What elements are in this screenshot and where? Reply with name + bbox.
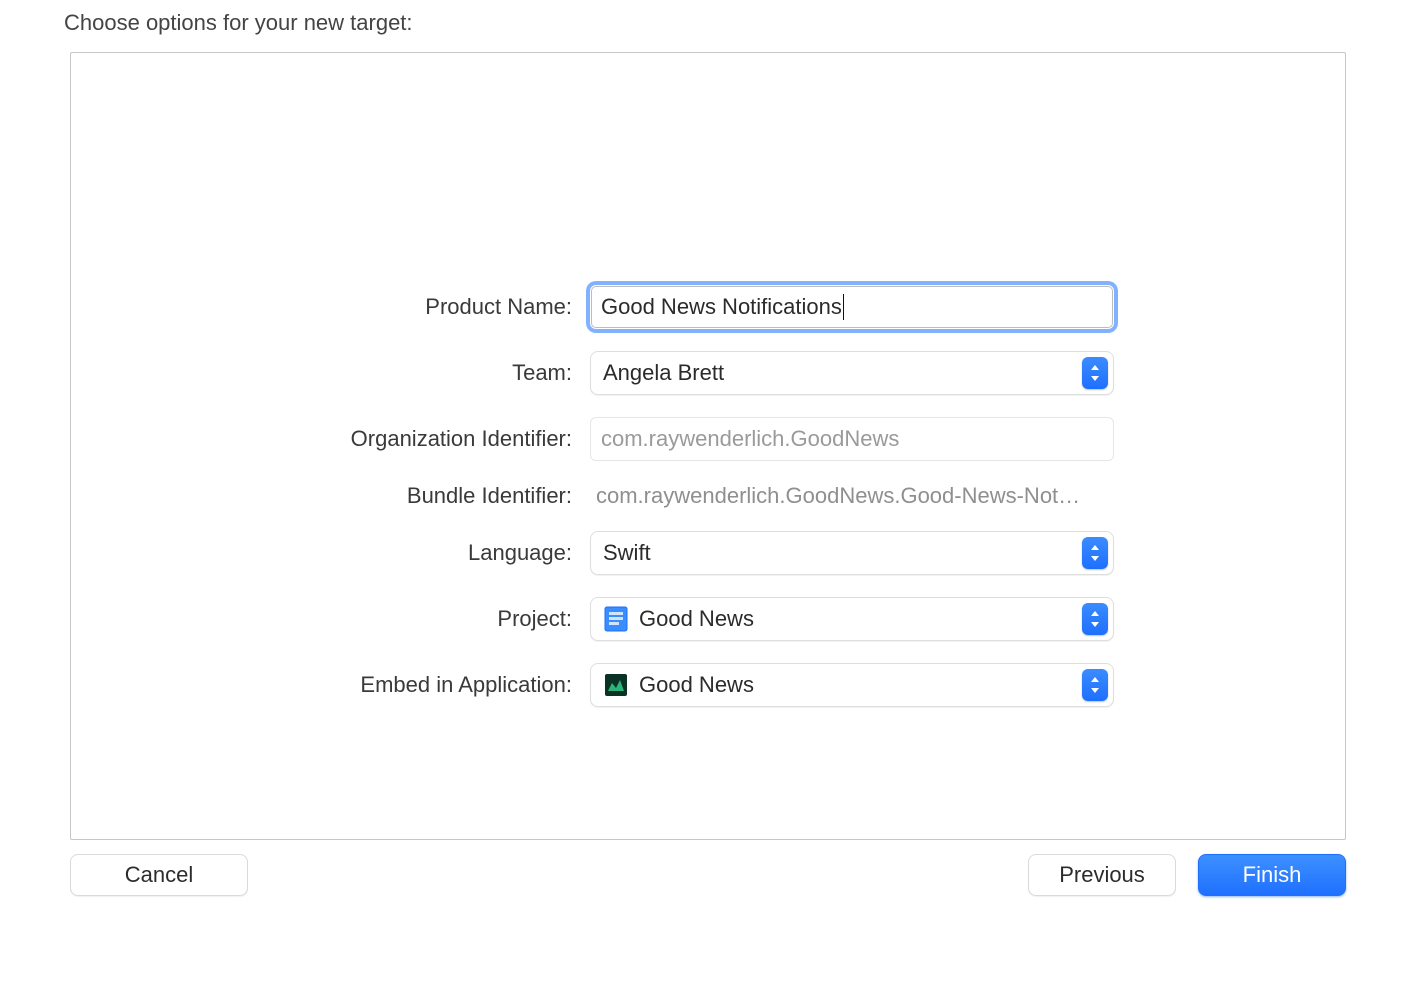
- text-caret: [843, 294, 844, 320]
- project-popup[interactable]: Good News: [590, 597, 1114, 641]
- target-options-form: Product Name: Good News Notifications Te…: [298, 285, 1118, 707]
- product-name-field[interactable]: Good News Notifications: [590, 285, 1114, 329]
- label-team: Team:: [298, 360, 572, 386]
- finish-button[interactable]: Finish: [1198, 854, 1346, 896]
- team-popup[interactable]: Angela Brett: [590, 351, 1114, 395]
- org-identifier-field[interactable]: com.raywenderlich.GoodNews: [590, 417, 1114, 461]
- up-down-stepper-icon: [1082, 669, 1108, 701]
- dialog-buttons: Cancel Previous Finish: [70, 854, 1346, 900]
- xcodeproj-icon: [603, 606, 629, 632]
- app-icon: [603, 672, 629, 698]
- project-value: Good News: [639, 606, 754, 632]
- product-name-value: Good News Notifications: [601, 294, 842, 320]
- cancel-button[interactable]: Cancel: [70, 854, 248, 896]
- embed-application-popup[interactable]: Good News: [590, 663, 1114, 707]
- team-value: Angela Brett: [603, 360, 724, 386]
- up-down-stepper-icon: [1082, 357, 1108, 389]
- page-title: Choose options for your new target:: [64, 10, 1356, 36]
- org-identifier-value: com.raywenderlich.GoodNews: [601, 426, 899, 452]
- embed-application-value: Good News: [639, 672, 754, 698]
- up-down-stepper-icon: [1082, 603, 1108, 635]
- bundle-identifier-value: com.raywenderlich.GoodNews.Good-News-Not…: [590, 483, 1114, 509]
- up-down-stepper-icon: [1082, 537, 1108, 569]
- language-value: Swift: [603, 540, 651, 566]
- label-bundle-identifier: Bundle Identifier:: [298, 483, 572, 509]
- label-project: Project:: [298, 606, 572, 632]
- label-org-identifier: Organization Identifier:: [298, 426, 572, 452]
- label-embed-application: Embed in Application:: [298, 672, 572, 698]
- previous-button[interactable]: Previous: [1028, 854, 1176, 896]
- options-panel: Product Name: Good News Notifications Te…: [70, 52, 1346, 840]
- label-language: Language:: [298, 540, 572, 566]
- label-product-name: Product Name:: [298, 294, 572, 320]
- language-popup[interactable]: Swift: [590, 531, 1114, 575]
